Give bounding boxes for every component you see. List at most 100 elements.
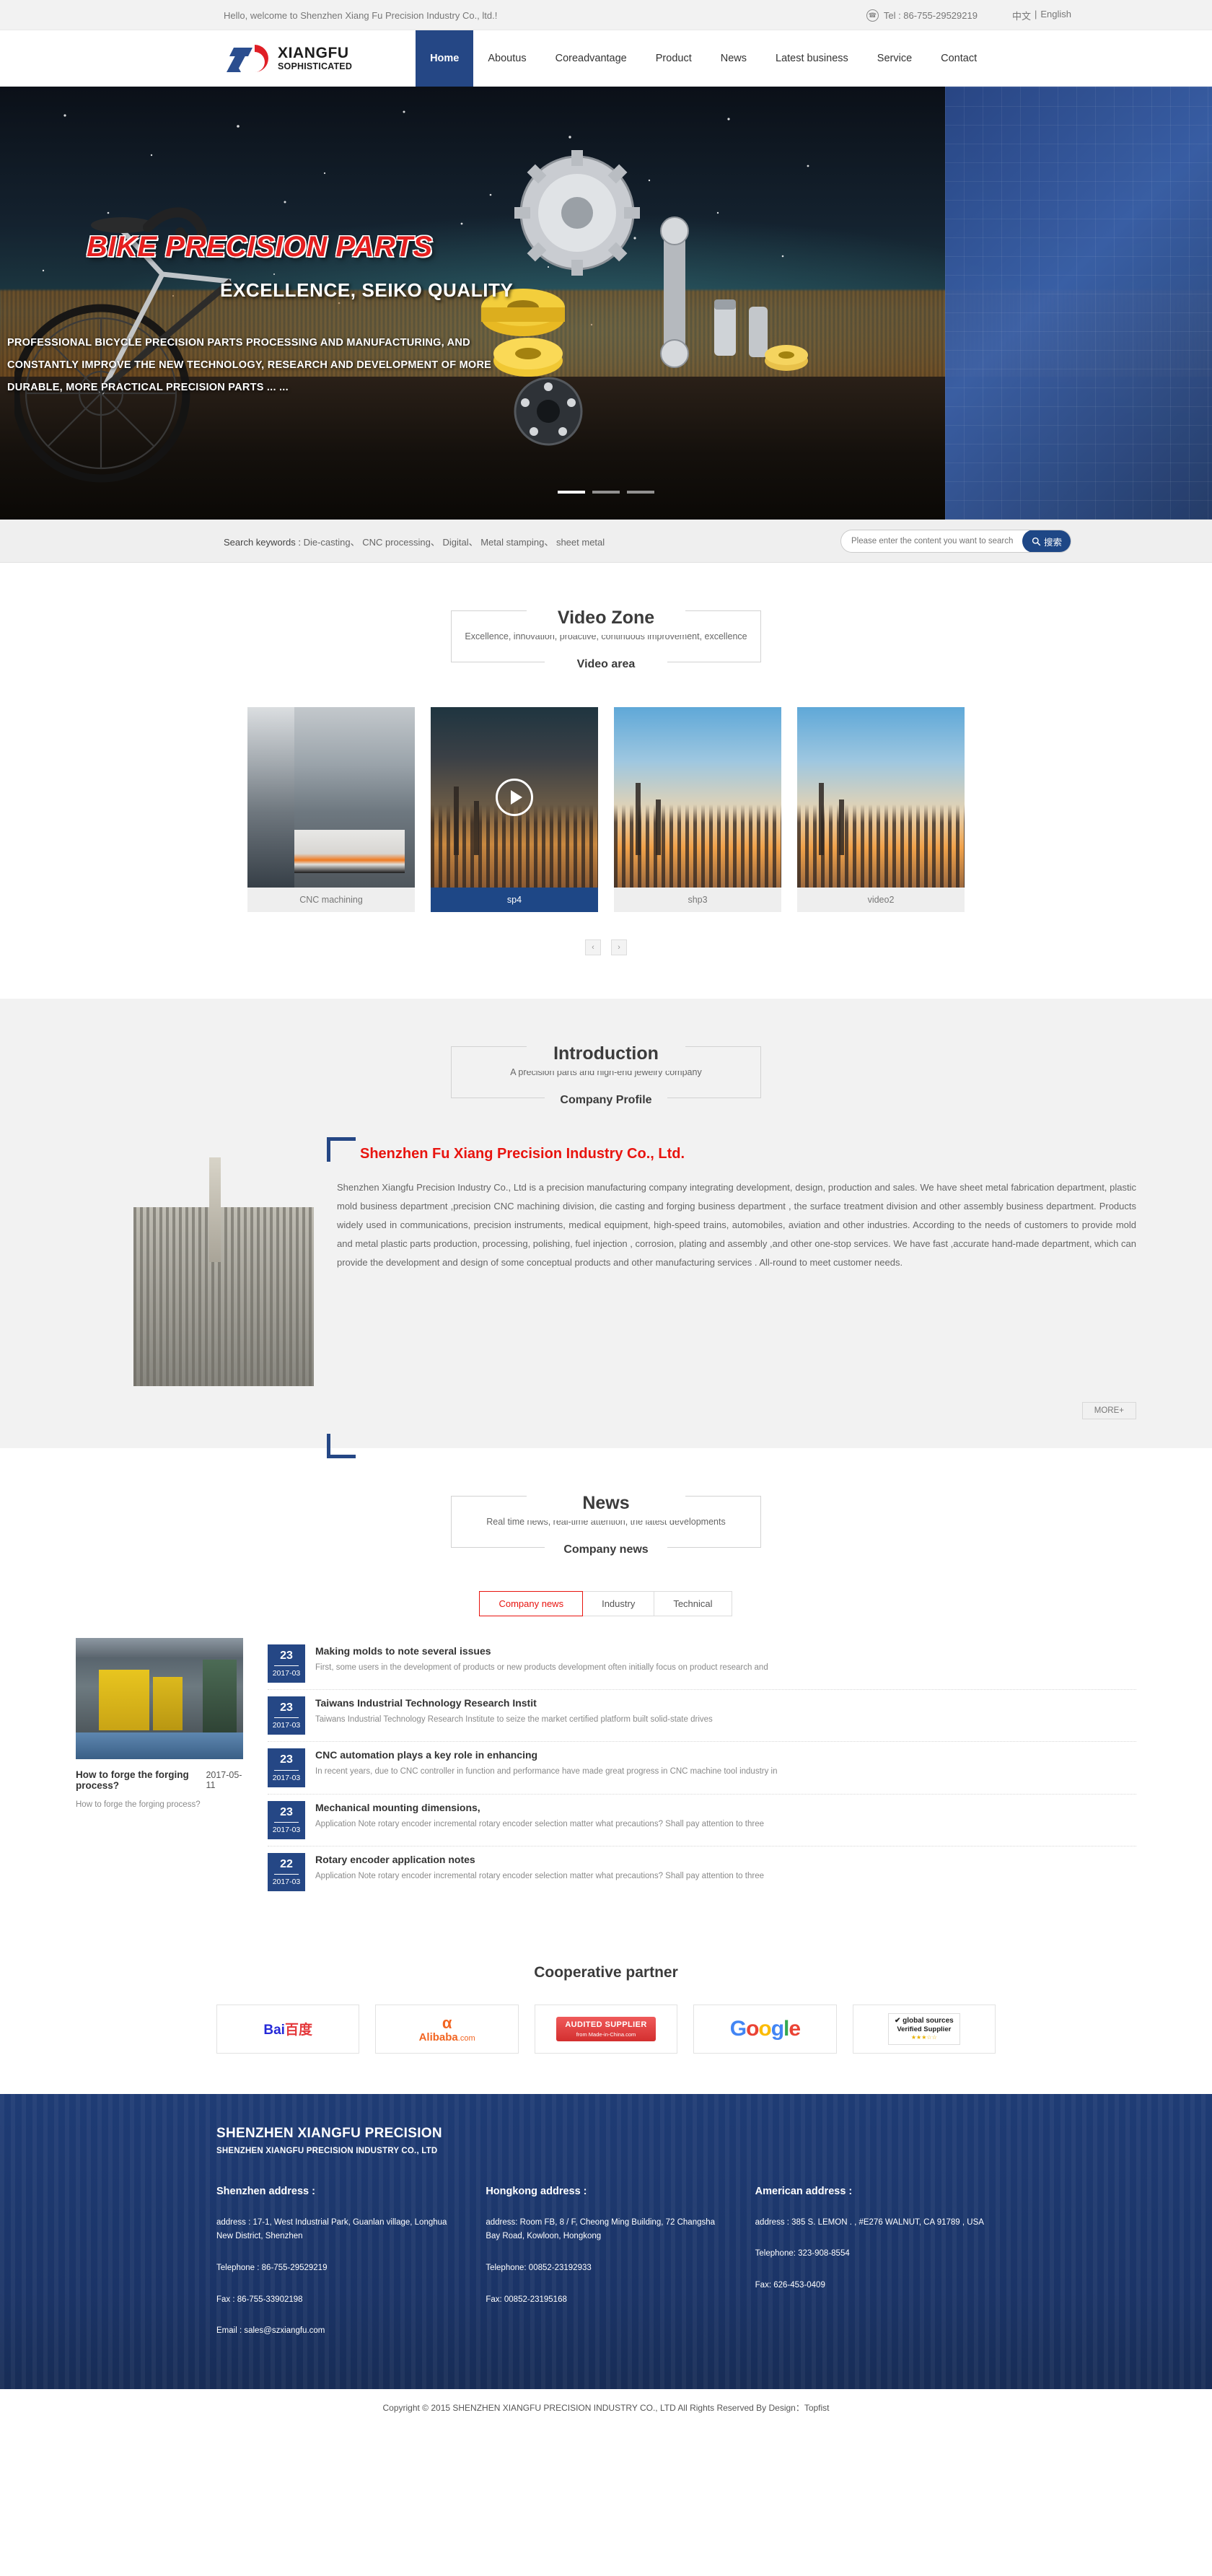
hero-dot-1[interactable] [558, 491, 585, 494]
copyright-bar: Copyright © 2015 SHENZHEN XIANGFU PRECIS… [0, 2388, 1212, 2426]
partner-logo-alibaba[interactable]: α Alibaba.com [375, 2004, 519, 2054]
news-title[interactable]: Taiwans Industrial Technology Research I… [315, 1697, 1136, 1709]
news-list-item[interactable]: 23 2017-03 Mechanical mounting dimension… [268, 1795, 1136, 1846]
partner-logo-global-sources[interactable]: ✔ global sources Verified Supplier ★★★☆☆ [852, 2004, 996, 2054]
partner-logo-baidu[interactable]: Bai百度 [216, 2004, 360, 2054]
video-thumbnail[interactable] [431, 707, 598, 888]
featured-news-title[interactable]: How to forge the forging process? [76, 1769, 206, 1791]
news-list-item[interactable]: 23 2017-03 Taiwans Industrial Technology… [268, 1690, 1136, 1743]
news-tab-company-news[interactable]: Company news [479, 1591, 584, 1616]
hero-banner[interactable]: BIKE PRECISION PARTS EXCELLENCE, SEIKO Q… [0, 87, 1212, 520]
company-profile-text: Shenzhen Fu Xiang Precision Industry Co.… [327, 1137, 1136, 1458]
main-navigation[interactable]: Home Aboutus Coreadvantage Product News … [416, 30, 991, 87]
footer-address-shenzhen: address : 17-1, West Industrial Park, Gu… [216, 2217, 447, 2241]
hero-dot-2[interactable] [592, 491, 620, 494]
language-chinese-link[interactable]: 中文 [1012, 9, 1031, 22]
news-day: 23 [280, 1805, 293, 1818]
language-english-link[interactable]: English [1040, 9, 1071, 22]
news-date-divider [274, 1717, 299, 1719]
nav-item-service[interactable]: Service [863, 30, 926, 87]
video-play-button[interactable] [496, 779, 533, 816]
intro-more-button[interactable]: MORE+ [1081, 1402, 1136, 1419]
news-list-item[interactable]: 22 2017-03 Rotary encoder application no… [268, 1846, 1136, 1898]
partners-title: Cooperative partner [534, 1963, 678, 1981]
news-list-item[interactable]: 23 2017-03 Making molds to note several … [268, 1638, 1136, 1691]
video-card[interactable]: sp4 [431, 707, 598, 912]
hero-title: BIKE PRECISION PARTS [87, 231, 433, 263]
search-button[interactable]: 搜索 [1022, 530, 1071, 552]
photo-machine-green [203, 1660, 237, 1735]
video-card[interactable]: video2 [797, 707, 965, 912]
nav-item-coreadvantage[interactable]: Coreadvantage [541, 30, 641, 87]
nav-item-contact[interactable]: Contact [926, 30, 991, 87]
news-list-item[interactable]: 23 2017-03 CNC automation plays a key ro… [268, 1742, 1136, 1795]
video-thumbnail[interactable] [797, 707, 965, 888]
video-thumbnail[interactable] [614, 707, 781, 888]
footer-address-american: address : 385 S. LEMON . , #E276 WALNUT,… [755, 2217, 984, 2227]
search-button-label: 搜索 [1043, 537, 1062, 548]
news-title[interactable]: Rotary encoder application notes [315, 1854, 1136, 1865]
photo-machine-yellow-2 [152, 1676, 183, 1730]
video-thumbnail[interactable] [247, 707, 415, 888]
nav-item-latest-business[interactable]: Latest business [761, 30, 863, 87]
footer-telephone-shenzhen: Telephone : 86-755-29529219 [216, 2264, 328, 2273]
video-caption[interactable]: shp3 [614, 888, 781, 912]
company-description: Shenzhen Xiangfu Precision Industry Co.,… [337, 1182, 1136, 1268]
language-switcher[interactable]: 中文 | English [1012, 9, 1071, 22]
xiangfu-logo-icon [227, 45, 268, 73]
news-title[interactable]: Mechanical mounting dimensions, [315, 1802, 1136, 1813]
news-date-divider [274, 1821, 299, 1823]
baidu-logo-cn: 百度 [284, 2023, 312, 2038]
news-section-title: News [582, 1493, 630, 1513]
hero-dot-3[interactable] [627, 491, 654, 494]
video-card[interactable]: CNC machining [247, 707, 415, 912]
video-next-button[interactable]: › [611, 939, 627, 955]
partner-logo-google[interactable]: Google [693, 2004, 837, 2054]
news-date-badge: 23 2017-03 [268, 1644, 305, 1683]
video-caption[interactable]: video2 [797, 888, 965, 912]
gear-large [514, 150, 640, 276]
global-sources-logo-icon: ✔ global sources [894, 2016, 954, 2025]
search-form[interactable]: 搜索 [840, 530, 1071, 553]
nav-item-home[interactable]: Home [416, 30, 474, 87]
news-title[interactable]: Making molds to note several issues [315, 1645, 1136, 1657]
hero-copy: BIKE PRECISION PARTS EXCELLENCE, SEIKO Q… [0, 231, 519, 400]
footer-fax-american: Fax: 626-453-0409 [755, 2281, 825, 2290]
news-excerpt: Application Note rotary encoder incremen… [315, 1871, 764, 1880]
footer-email-shenzhen[interactable]: Email : sales@szxiangfu.com [216, 2324, 457, 2339]
search-input[interactable] [851, 537, 1022, 546]
featured-news[interactable]: How to forge the forging process? 2017-0… [76, 1638, 243, 1898]
intro-section-header: Introduction A precision parts and high-… [451, 1043, 761, 1106]
partner-logo-made-in-china[interactable]: AUDITED SUPPLIER from Made-in-China.com [534, 2004, 678, 2054]
site-footer: SHENZHEN XIANGFU PRECISION SHENZHEN XIAN… [0, 2093, 1212, 2426]
footer-heading-american: American address : [755, 2185, 853, 2197]
news-tab-technical[interactable]: Technical [654, 1591, 732, 1616]
video-prev-button[interactable]: ‹ [585, 939, 601, 955]
logo-title: XIANGFU [278, 44, 349, 61]
corner-bracket-top [327, 1137, 356, 1162]
news-excerpt: Taiwans Industrial Technology Research I… [315, 1715, 713, 1725]
hero-slider-dots[interactable] [0, 491, 1212, 494]
news-day: 23 [280, 1650, 293, 1662]
tower-decoration [636, 783, 641, 855]
news-title[interactable]: CNC automation plays a key role in enhan… [315, 1749, 1136, 1761]
phone-icon: ☎ [866, 9, 879, 22]
news-tabs[interactable]: Company news Industry Technical [0, 1591, 1212, 1616]
footer-column-american: American address : address : 385 S. LEMO… [755, 2186, 996, 2356]
news-tab-industry[interactable]: Industry [582, 1591, 655, 1616]
search-strip: Search keywords : Die-casting、 CNC proce… [0, 520, 1212, 563]
nav-item-product[interactable]: Product [641, 30, 706, 87]
video-caption[interactable]: CNC machining [247, 888, 415, 912]
featured-news-date: 2017-05-11 [206, 1770, 242, 1790]
nav-item-news[interactable]: News [706, 30, 761, 87]
video-caption[interactable]: sp4 [431, 888, 598, 912]
logo[interactable]: XIANGFU SOPHISTICATED [224, 42, 352, 75]
nav-item-aboutus[interactable]: Aboutus [473, 30, 540, 87]
photo-floor [76, 1732, 243, 1759]
news-date-badge: 23 2017-03 [268, 1748, 305, 1787]
video-pagination[interactable]: ‹ › [0, 939, 1212, 955]
language-separator: | [1034, 8, 1037, 19]
video-card[interactable]: shp3 [614, 707, 781, 912]
tower-decoration [819, 783, 825, 855]
news-section: News Real time news, real-time attention… [0, 1448, 1212, 1948]
